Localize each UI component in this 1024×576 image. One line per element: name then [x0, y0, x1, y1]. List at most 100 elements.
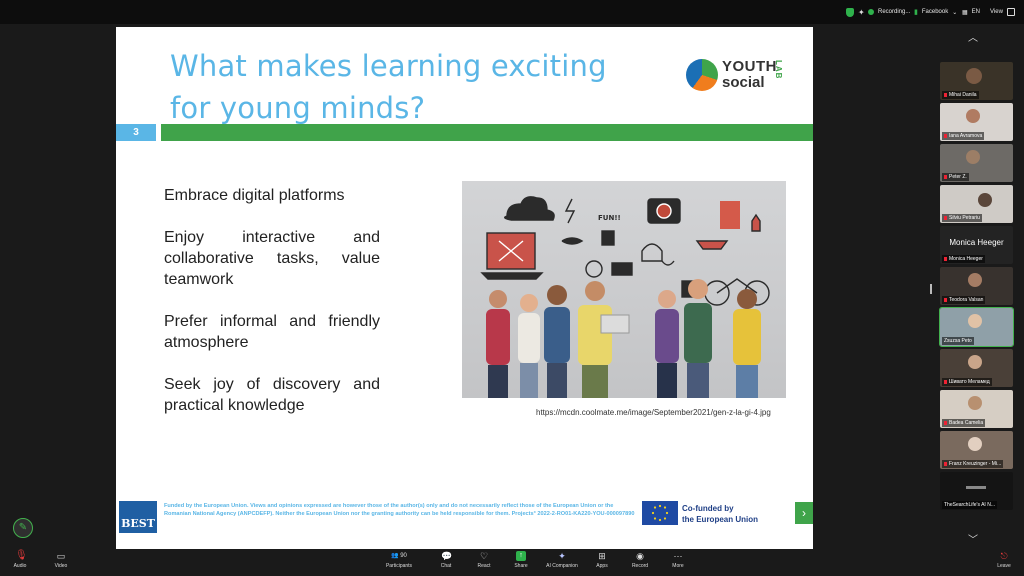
participant-name: Teodora Valsan — [942, 296, 986, 304]
participant-name: TheSearchLife's AI N... — [942, 501, 997, 509]
participant-tile[interactable]: TheSearchLife's AI N... — [940, 472, 1013, 510]
eu-flag-svg — [651, 504, 669, 522]
share-button[interactable]: ↑ Share — [501, 551, 541, 569]
ai-companion-label: AI Companion — [546, 563, 578, 569]
participant-name-text: Badea Camelia — [949, 420, 984, 426]
leave-label: Leave — [997, 563, 1011, 569]
facebook-dropdown[interactable]: ▮ Facebook ⌄ — [914, 5, 957, 19]
record-label: Record — [631, 563, 649, 569]
eu-line-1: Co-funded by — [682, 504, 734, 513]
slide-title: What makes learning exciting for young m… — [170, 45, 630, 129]
recording-indicator[interactable]: Recording... — [868, 5, 910, 19]
leave-icon: ⎋ — [1000, 551, 1008, 561]
funding-disclaimer: Funded by the European Union. Views and … — [164, 503, 635, 517]
view-label: View — [990, 9, 1003, 15]
participants-count: 90 — [400, 553, 407, 559]
shared-slide: What makes learning exciting for young m… — [116, 27, 813, 549]
participant-avatar — [968, 355, 982, 369]
logo-text-youth: YOUTH — [722, 58, 777, 75]
live-icon: ▮ — [914, 9, 918, 16]
participant-avatar — [968, 396, 982, 410]
participants-icon: 👥 90 — [391, 553, 407, 559]
participant-tile[interactable]: Шивато Меламед — [940, 349, 1013, 387]
security-group: ✦ — [846, 5, 865, 19]
genz-illustration: FUN!! — [462, 181, 786, 398]
bullet-item: Prefer informal and friendly atmosphere — [164, 313, 380, 351]
video-button[interactable]: ▭ Video — [41, 551, 81, 569]
mic-muted-icon — [944, 215, 947, 220]
more-button[interactable]: ⋯ More — [658, 551, 698, 569]
apps-button[interactable]: ⊞ Apps — [582, 551, 622, 569]
participants-button[interactable]: 👥 90 Participants — [380, 551, 418, 569]
participant-tile[interactable]: Mihai Danila — [940, 62, 1013, 100]
apps-grid-icon: ⊞ — [598, 551, 606, 561]
more-dots-icon: ⋯ — [673, 551, 683, 561]
participant-name: Silviu Petrariu — [942, 214, 982, 222]
chevron-up-icon[interactable]: ︿ — [968, 29, 978, 44]
participant-name: Шивато Меламед — [942, 378, 992, 386]
participant-tile[interactable]: Iana Avramova — [940, 103, 1013, 141]
participant-name-text: Шивато Меламед — [949, 379, 990, 385]
heart-icon: ♡ — [479, 551, 489, 561]
view-menu[interactable]: View — [990, 5, 1015, 19]
participant-tile[interactable]: Franz Kreuzinger - Mi... — [940, 431, 1013, 469]
eu-cofunded-label: Co-funded by the European Union — [682, 503, 758, 525]
next-slide-button[interactable]: › — [795, 502, 813, 524]
chevron-right-icon: › — [802, 506, 806, 520]
panel-resize-handle[interactable] — [930, 284, 932, 294]
recording-icon — [868, 9, 874, 15]
participant-tile[interactable]: Silviu Petrariu — [940, 185, 1013, 223]
chat-icon: 💬 — [441, 551, 453, 561]
logo-text-social: social — [722, 74, 765, 91]
best-logo-text: BEST — [121, 517, 155, 530]
mic-muted-icon — [944, 420, 947, 425]
participant-name-text: Peter Z. — [949, 174, 967, 180]
mic-muted-icon — [944, 461, 947, 466]
ai-companion-button[interactable]: ✦ AI Companion — [542, 551, 582, 569]
participant-name-text: Silviu Petrariu — [949, 215, 980, 221]
camera-icon: ▭ — [56, 551, 66, 561]
bullet-item: Seek joy of discovery and practical know… — [164, 376, 380, 414]
participant-tile[interactable]: Monica Heeger Monica Heeger — [940, 226, 1013, 264]
participant-tile-active-speaker[interactable]: Zsuzsa Peto — [939, 307, 1014, 347]
audio-label: Audio — [13, 563, 27, 569]
genz-illustration-svg: FUN!! — [480, 196, 770, 398]
record-button[interactable]: ◉ Record — [620, 551, 660, 569]
eu-line-2: the European Union — [682, 515, 758, 524]
participant-name-text: Franz Kreuzinger - Mi... — [949, 461, 1002, 467]
language-menu[interactable]: ▦ EN — [962, 5, 980, 19]
participant-display-name: Monica Heeger — [949, 238, 1004, 247]
share-label: Share — [514, 563, 528, 569]
mic-muted-icon — [944, 256, 947, 261]
participant-tile[interactable]: Peter Z. — [940, 144, 1013, 182]
audio-button[interactable]: 🎙 Audio — [0, 551, 40, 570]
pin-icon[interactable]: ✦ — [858, 8, 865, 17]
participant-name: Zsuzsa Peto — [942, 337, 974, 345]
react-button[interactable]: ♡ React — [464, 551, 504, 569]
mic-muted-icon — [944, 379, 947, 384]
participant-name: Badea Camelia — [942, 419, 986, 427]
participant-tile[interactable]: Teodora Valsan — [940, 267, 1013, 305]
participant-avatar — [968, 314, 982, 328]
participant-name-text: Iana Avramova — [949, 133, 983, 139]
participant-avatar — [966, 109, 980, 123]
participant-name-text: Teodora Valsan — [949, 297, 984, 303]
participant-tile[interactable]: Badea Camelia — [940, 390, 1013, 428]
participant-placeholder — [966, 486, 986, 489]
participant-avatar — [968, 273, 982, 287]
annotate-button[interactable]: ✎ — [13, 518, 33, 538]
shield-icon[interactable] — [846, 7, 854, 17]
chat-button[interactable]: 💬 Chat — [426, 551, 466, 569]
recording-label: Recording... — [878, 9, 911, 15]
top-status-bar: ✦ Recording... ▮ Facebook ⌄ ▦ EN View — [0, 0, 1024, 24]
apps-label: Apps — [596, 563, 608, 569]
svg-text:FUN!!: FUN!! — [598, 214, 621, 222]
more-label: More — [672, 563, 684, 569]
leave-button[interactable]: ⎋ Leave — [984, 551, 1024, 569]
sparkle-icon: ✦ — [558, 551, 566, 561]
title-line-1: What makes learning exciting — [170, 49, 607, 83]
chevron-down-icon[interactable]: ﹀ — [968, 531, 978, 546]
participant-name-text: Mihai Danila — [949, 92, 977, 98]
participant-name: Franz Kreuzinger - Mi... — [942, 460, 1004, 468]
participant-panel: ︿ Mihai Danila Iana Avramova Peter Z. Si… — [937, 27, 1015, 549]
